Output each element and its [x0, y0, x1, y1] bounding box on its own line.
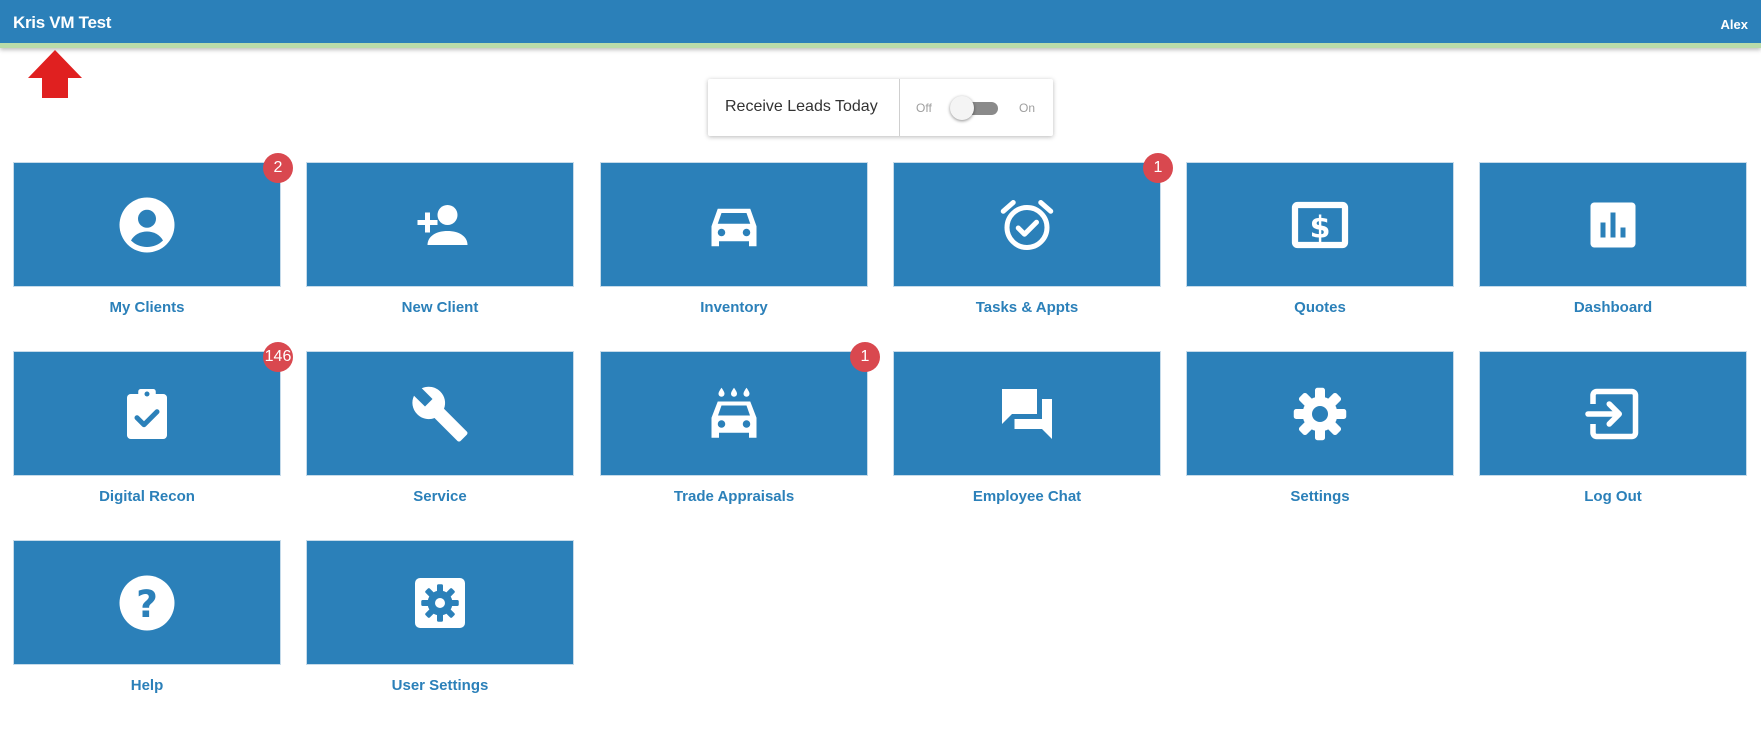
tile-trade-appraisals-box[interactable] — [600, 351, 868, 476]
svg-text:?: ? — [136, 581, 158, 625]
logout-icon — [1585, 388, 1639, 439]
tile-log-out-box[interactable] — [1479, 351, 1747, 476]
user-name[interactable]: Alex — [1721, 17, 1748, 32]
tile-dashboard-box[interactable] — [1479, 162, 1747, 287]
tile-employee-chat-label[interactable]: Employee Chat — [893, 488, 1161, 505]
tile-help-box[interactable]: ? — [13, 540, 281, 665]
top-bar: Kris VM Test Alex — [0, 0, 1761, 48]
tile-my-clients-box[interactable] — [13, 162, 281, 287]
tile-new-client-label[interactable]: New Client — [306, 299, 574, 316]
gear-icon — [1293, 387, 1347, 440]
car-wash-icon — [711, 387, 757, 438]
person-add-icon — [417, 204, 468, 245]
car-icon — [711, 208, 757, 246]
tile-new-client-box[interactable] — [306, 162, 574, 287]
tile-service[interactable]: Service — [306, 351, 599, 541]
tile-user-settings-box[interactable] — [306, 540, 574, 665]
tile-digital-recon[interactable]: 146 Digital Recon — [13, 342, 306, 541]
tile-tasks-appts-box[interactable] — [893, 162, 1161, 287]
dollar-quote-icon: $ — [1291, 201, 1349, 248]
chat-icon — [1002, 388, 1052, 439]
tile-service-label[interactable]: Service — [306, 488, 574, 505]
help-icon: ? — [119, 575, 175, 630]
divider — [899, 79, 900, 136]
tile-digital-recon-box[interactable] — [13, 351, 281, 476]
alarm-check-icon — [1000, 199, 1054, 250]
tile-service-box[interactable] — [306, 351, 574, 476]
tile-tasks-appts[interactable]: 1 Tasks & Appts — [893, 153, 1186, 352]
tile-user-settings-label[interactable]: User Settings — [306, 677, 574, 694]
tile-digital-recon-label[interactable]: Digital Recon — [13, 488, 281, 505]
toggle-on-label: On — [1019, 101, 1036, 115]
tile-employee-chat[interactable]: Employee Chat — [893, 351, 1186, 541]
bar-chart-icon — [1590, 202, 1636, 247]
tile-dashboard-label[interactable]: Dashboard — [1479, 299, 1747, 316]
red-arrow-icon — [28, 50, 82, 98]
app-title-link[interactable]: Kris VM Test — [13, 13, 111, 33]
tile-trade-appraisals[interactable]: 1 Trade Appraisals — [600, 342, 893, 541]
my-clients-badge: 2 — [263, 153, 293, 183]
tile-user-settings[interactable]: User Settings — [306, 540, 599, 730]
receive-leads-switch[interactable] — [950, 96, 1000, 120]
tile-my-clients[interactable]: 2 My Clients — [13, 153, 306, 352]
wrench-icon — [412, 386, 468, 441]
digital-recon-badge: 146 — [263, 342, 293, 372]
user-settings-icon — [415, 577, 465, 628]
tile-inventory[interactable]: Inventory — [600, 162, 893, 352]
tile-settings-box[interactable] — [1186, 351, 1454, 476]
svg-text:$: $ — [1310, 210, 1331, 245]
toggle-off-label: Off — [916, 101, 932, 115]
tile-settings-label[interactable]: Settings — [1186, 488, 1454, 505]
switch-thumb[interactable] — [950, 96, 974, 120]
account-circle-icon — [119, 197, 175, 252]
tile-help-label[interactable]: Help — [13, 677, 281, 694]
tile-log-out-label[interactable]: Log Out — [1479, 488, 1747, 505]
tasks-appts-badge: 1 — [1143, 153, 1173, 183]
clipboard-check-icon — [127, 388, 167, 439]
tile-quotes-label[interactable]: Quotes — [1186, 299, 1454, 316]
tile-log-out[interactable]: Log Out — [1479, 351, 1761, 541]
tile-help[interactable]: ? Help — [13, 540, 306, 730]
tile-quotes-box[interactable]: $ — [1186, 162, 1454, 287]
tile-quotes[interactable]: $ Quotes — [1186, 162, 1479, 352]
tile-tasks-appts-label[interactable]: Tasks & Appts — [893, 299, 1161, 316]
tile-dashboard[interactable]: Dashboard — [1479, 162, 1761, 352]
trade-appraisals-badge: 1 — [850, 342, 880, 372]
tile-my-clients-label[interactable]: My Clients — [13, 299, 281, 316]
tile-inventory-label[interactable]: Inventory — [600, 299, 868, 316]
tile-employee-chat-box[interactable] — [893, 351, 1161, 476]
tile-inventory-box[interactable] — [600, 162, 868, 287]
receive-leads-label: Receive Leads Today — [725, 98, 878, 115]
tile-new-client[interactable]: New Client — [306, 162, 599, 352]
receive-leads-card: Receive Leads Today Off On — [708, 79, 1053, 136]
tile-trade-appraisals-label[interactable]: Trade Appraisals — [600, 488, 868, 505]
tile-settings[interactable]: Settings — [1186, 351, 1479, 541]
